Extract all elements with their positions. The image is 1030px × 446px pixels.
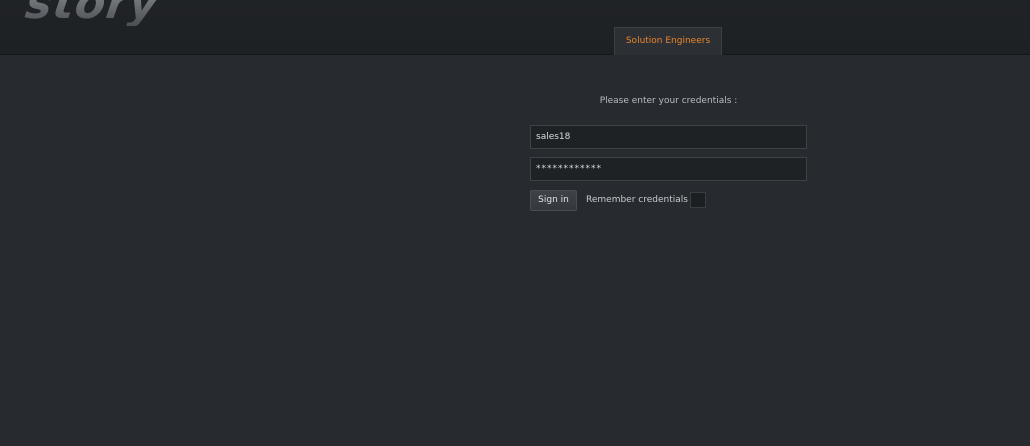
credentials-prompt: Please enter your credentials : <box>599 96 738 106</box>
remember-credentials-checkbox[interactable] <box>690 192 706 208</box>
top-header: story Solution Engineers <box>0 0 1030 55</box>
password-input[interactable] <box>530 157 807 181</box>
login-page: story Solution Engineers Please enter yo… <box>0 0 1030 446</box>
remember-credentials-label: Remember credentials <box>586 195 688 205</box>
app-logo: story <box>22 0 162 29</box>
tab-solution-engineers[interactable]: Solution Engineers <box>614 27 722 55</box>
sign-in-button[interactable]: Sign in <box>530 190 577 211</box>
username-input[interactable] <box>530 125 807 149</box>
